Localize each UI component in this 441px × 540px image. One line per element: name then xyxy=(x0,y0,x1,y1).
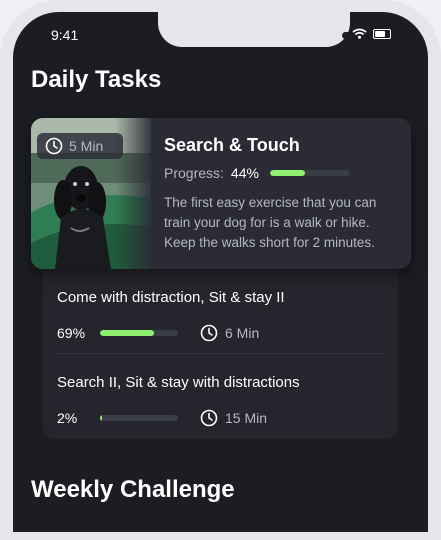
battery-icon xyxy=(373,28,391,39)
featured-progress-row: Progress: 44% xyxy=(164,165,350,181)
status-time: 9:41 xyxy=(51,27,79,43)
notch xyxy=(158,12,428,47)
task-meta: 2% 15 Min xyxy=(57,409,387,427)
featured-progress-bar xyxy=(269,170,350,176)
clock-icon xyxy=(200,409,218,427)
task-progress-fill xyxy=(100,415,102,421)
weekly-challenge-heading: Weekly Challenge xyxy=(31,476,235,503)
duration-text: 5 Min xyxy=(69,138,104,154)
task-duration-text: 6 Min xyxy=(225,325,260,341)
clock-icon xyxy=(45,137,63,155)
task-progress-fill xyxy=(100,330,154,336)
task-item[interactable]: Search II, Sit & stay with distractions … xyxy=(57,374,387,427)
task-progress-value: 69% xyxy=(57,325,86,341)
task-duration: 6 Min xyxy=(200,324,259,342)
task-title: Come with distraction, Sit & stay II xyxy=(57,289,285,306)
camera xyxy=(421,32,428,42)
dog-photo: 5 Min xyxy=(31,118,151,269)
progress-value: 44% xyxy=(230,165,259,181)
featured-progress-fill xyxy=(269,170,306,176)
task-title: Search II, Sit & stay with distractions xyxy=(57,374,300,391)
status-icons xyxy=(352,28,391,39)
task-progress-bar xyxy=(100,330,178,336)
task-duration-text: 15 Min xyxy=(225,410,268,426)
task-duration: 15 Min xyxy=(200,409,267,427)
duration-badge: 5 Min xyxy=(37,133,123,159)
progress-label: Progress: xyxy=(164,165,224,181)
task-item[interactable]: Come with distraction, Sit & stay II 69%… xyxy=(57,289,387,342)
task-progress-value: 2% xyxy=(57,410,78,426)
featured-task-title: Search & Touch xyxy=(164,135,300,155)
task-progress-bar xyxy=(100,415,178,421)
featured-task-description: The first easy exercise that you can tra… xyxy=(164,195,377,250)
clock-icon xyxy=(200,324,218,342)
featured-task-card[interactable]: 5 Min Search & Touch Progress: 44% The f… xyxy=(31,118,411,269)
daily-tasks-heading: Daily Tasks xyxy=(31,66,162,93)
task-meta: 69% 6 Min xyxy=(57,324,387,342)
wifi-icon xyxy=(352,28,367,39)
task-divider xyxy=(57,353,383,354)
